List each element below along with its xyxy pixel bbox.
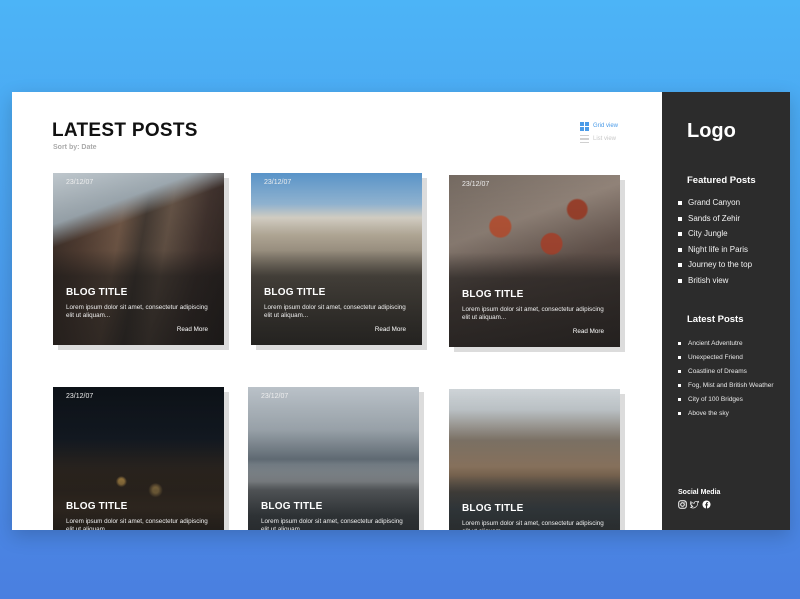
list-icon bbox=[580, 134, 589, 144]
bullet-icon bbox=[678, 342, 681, 345]
featured-post-item[interactable]: City Jungle bbox=[678, 229, 752, 245]
featured-posts-heading: Featured Posts bbox=[687, 175, 756, 186]
instagram-icon[interactable] bbox=[678, 500, 687, 509]
bullet-icon bbox=[678, 263, 682, 267]
featured-post-item[interactable]: British view bbox=[678, 276, 752, 292]
post-title[interactable]: BLOG TITLE bbox=[66, 501, 127, 512]
social-media-label: Social Media bbox=[678, 489, 721, 496]
latest-post-item[interactable]: Unexpected Friend bbox=[678, 353, 778, 363]
view-toggle: Grid view List view bbox=[580, 120, 618, 146]
post-title[interactable]: BLOG TITLE bbox=[462, 289, 523, 300]
latest-post-item[interactable]: Above the sky bbox=[678, 409, 778, 419]
bullet-icon bbox=[678, 398, 681, 401]
sort-label[interactable]: Sort by: Date bbox=[53, 144, 97, 151]
featured-post-item[interactable]: Night life in Paris bbox=[678, 245, 752, 261]
latest-post-item[interactable]: Ancient Adventutre bbox=[678, 339, 778, 349]
bullet-icon bbox=[678, 201, 682, 205]
post-excerpt: Lorem ipsum dolor sit amet, consectetur … bbox=[264, 304, 406, 319]
post-title[interactable]: BLOG TITLE bbox=[261, 501, 322, 512]
facebook-icon[interactable] bbox=[702, 500, 711, 509]
read-more-link[interactable]: Read More bbox=[375, 326, 406, 333]
main-content: LATEST POSTS Sort by: Date Grid view Lis… bbox=[12, 92, 662, 530]
post-card[interactable]: 23/12/07 BLOG TITLE Lorem ipsum dolor si… bbox=[53, 173, 224, 345]
bullet-icon bbox=[678, 247, 682, 252]
featured-post-item[interactable]: Journey to the top bbox=[678, 260, 752, 276]
post-card[interactable]: 23/12/07 BLOG TITLE Lorem ipsum dolor si… bbox=[248, 387, 419, 530]
latest-post-item[interactable]: Fog, Mist and British Weather bbox=[678, 381, 778, 391]
blog-window: LATEST POSTS Sort by: Date Grid view Lis… bbox=[12, 92, 790, 530]
post-excerpt: Lorem ipsum dolor sit amet, consectetur … bbox=[261, 518, 403, 530]
featured-post-item[interactable]: Grand Canyon bbox=[678, 198, 752, 214]
post-title[interactable]: BLOG TITLE bbox=[66, 287, 127, 298]
grid-view-button[interactable]: Grid view bbox=[580, 120, 618, 132]
bullet-icon bbox=[678, 412, 681, 415]
logo[interactable]: Logo bbox=[687, 120, 736, 143]
post-card[interactable]: 23/12/07 BLOG TITLE Lorem ipsum dolor si… bbox=[251, 173, 422, 345]
post-card[interactable]: BLOG TITLE Lorem ipsum dolor sit amet, c… bbox=[449, 389, 620, 530]
twitter-icon[interactable] bbox=[690, 500, 699, 509]
read-more-link[interactable]: Read More bbox=[573, 328, 604, 335]
latest-post-item[interactable]: Coastline of Dreams bbox=[678, 367, 778, 377]
post-excerpt: Lorem ipsum dolor sit amet, consectetur … bbox=[66, 518, 208, 530]
post-card[interactable]: 23/12/07 BLOG TITLE Lorem ipsum dolor si… bbox=[53, 387, 224, 530]
post-title[interactable]: BLOG TITLE bbox=[264, 287, 325, 298]
post-card[interactable]: 23/12/07 BLOG TITLE Lorem ipsum dolor si… bbox=[449, 175, 620, 347]
grid-icon bbox=[580, 121, 589, 131]
bullet-icon bbox=[678, 384, 681, 387]
list-view-button[interactable]: List view bbox=[580, 133, 618, 145]
post-date: 23/12/07 bbox=[264, 179, 292, 186]
post-date: 23/12/07 bbox=[66, 393, 94, 400]
social-icons bbox=[678, 500, 711, 509]
bullet-icon bbox=[678, 356, 681, 359]
post-title[interactable]: BLOG TITLE bbox=[462, 503, 523, 514]
post-excerpt: Lorem ipsum dolor sit amet, consectetur … bbox=[462, 520, 604, 530]
grid-view-label: Grid view bbox=[593, 123, 619, 129]
bullet-icon bbox=[678, 278, 682, 283]
latest-posts-list: Ancient Adventutre Unexpected Friend Coa… bbox=[678, 339, 778, 423]
post-excerpt: Lorem ipsum dolor sit amet, consectetur … bbox=[66, 304, 208, 319]
sidebar: Logo Featured Posts Grand Canyon Sands o… bbox=[662, 92, 790, 530]
post-excerpt: Lorem ipsum dolor sit amet, consectetur … bbox=[462, 306, 604, 321]
list-view-label: List view bbox=[593, 136, 617, 142]
featured-posts-list: Grand Canyon Sands of Zehir City Jungle … bbox=[678, 198, 752, 291]
post-date: 23/12/07 bbox=[462, 181, 490, 188]
read-more-link[interactable]: Read More bbox=[177, 326, 208, 333]
latest-posts-heading: Latest Posts bbox=[687, 314, 744, 325]
bullet-icon bbox=[678, 232, 682, 236]
page-title: LATEST POSTS bbox=[52, 120, 198, 141]
bullet-icon bbox=[678, 370, 681, 373]
featured-post-item[interactable]: Sands of Zehir bbox=[678, 214, 752, 230]
latest-post-item[interactable]: City of 100 Bridges bbox=[678, 395, 778, 405]
bullet-icon bbox=[678, 216, 682, 221]
post-date: 23/12/07 bbox=[66, 179, 94, 186]
post-date: 23/12/07 bbox=[261, 393, 289, 400]
